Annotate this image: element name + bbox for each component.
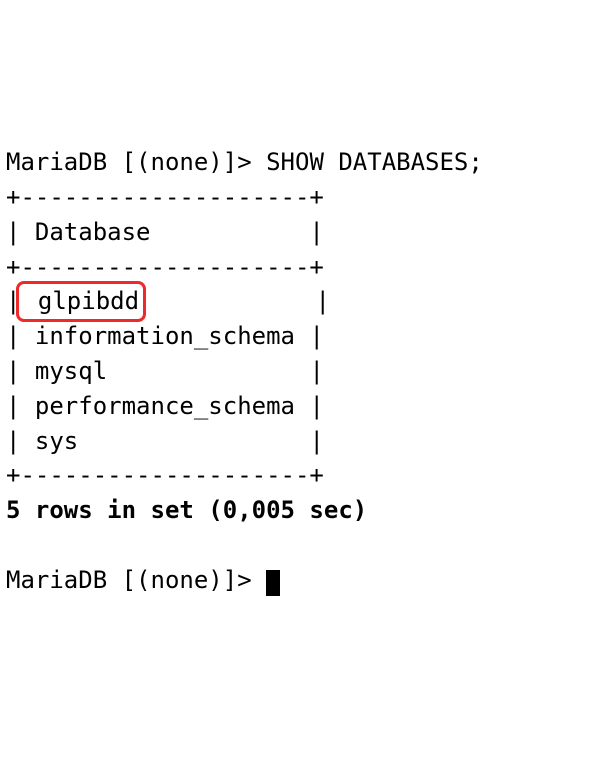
table-row: | sys |	[6, 427, 324, 455]
terminal-output: MariaDB [(none)]> SHOW DATABASES; +-----…	[6, 145, 605, 597]
db-name: performance_schema	[20, 392, 309, 420]
table-row: | information_schema |	[6, 322, 324, 350]
table-bottom-border: +--------------------+	[6, 461, 324, 489]
table-header-sep: +--------------------+	[6, 253, 324, 281]
prompt-line-2[interactable]: MariaDB [(none)]>	[6, 566, 280, 594]
highlight-box: glpibdd	[16, 281, 146, 322]
prompt-prefix: MariaDB [(none)]>	[6, 566, 266, 594]
db-name: glpibdd	[23, 287, 139, 315]
table-row: | glpibdd |	[6, 287, 330, 315]
db-name: mysql	[20, 357, 309, 385]
sql-command: SHOW DATABASES;	[266, 148, 483, 176]
prompt-line: MariaDB [(none)]> SHOW DATABASES;	[6, 148, 483, 176]
prompt-prefix: MariaDB [(none)]>	[6, 148, 266, 176]
table-row: | performance_schema |	[6, 392, 324, 420]
result-summary: 5 rows in set (0,005 sec)	[6, 496, 367, 524]
table-header: | Database |	[6, 218, 324, 246]
table-top-border: +--------------------+	[6, 183, 324, 211]
db-name: information_schema	[20, 322, 309, 350]
db-name: sys	[20, 427, 309, 455]
table-row: | mysql |	[6, 357, 324, 385]
cursor-icon	[266, 570, 280, 596]
